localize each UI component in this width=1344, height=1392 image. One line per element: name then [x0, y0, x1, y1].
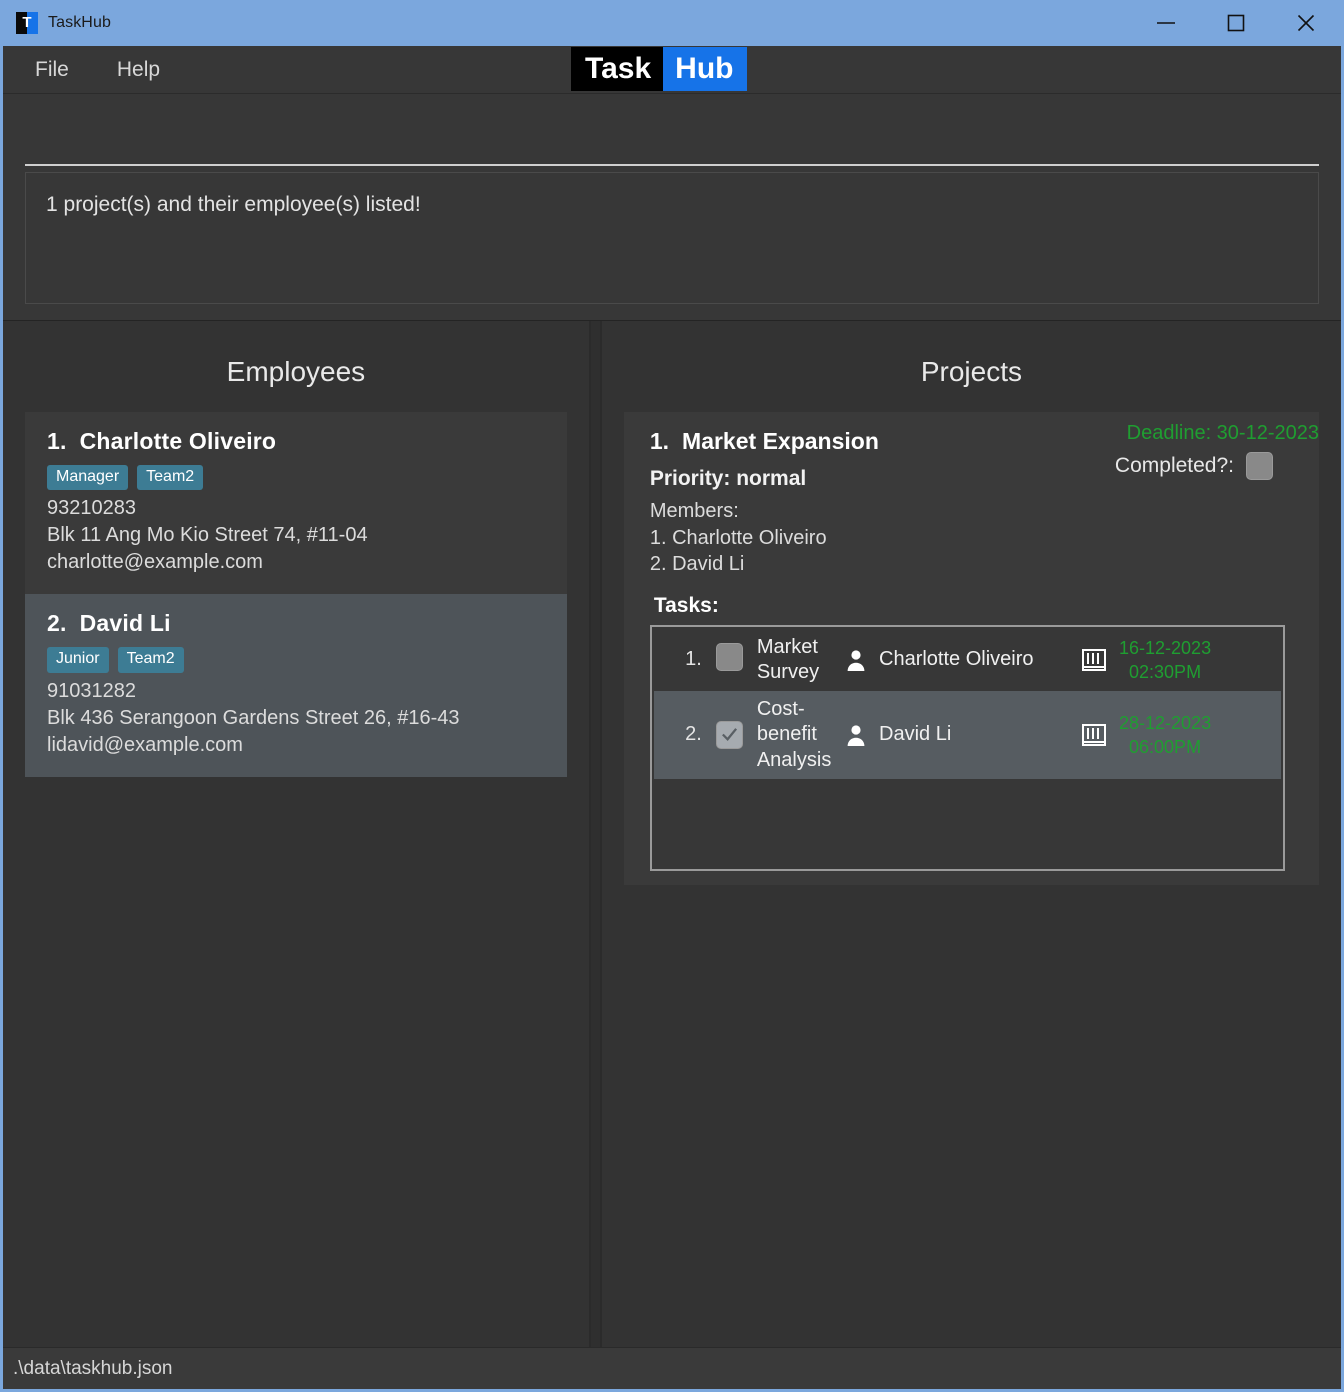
employees-panel: Employees 1. Charlotte Oliveiro Manager T…	[3, 321, 591, 1347]
employee-name: Charlotte Oliveiro	[79, 428, 277, 454]
calendar-icon	[1082, 648, 1106, 671]
employee-tags: Junior Team2	[47, 647, 545, 673]
employee-name-row: 2. David Li	[47, 610, 545, 637]
window-controls	[1131, 0, 1341, 46]
project-member: 1. Charlotte Oliveiro	[649, 526, 827, 549]
employee-index: 2.	[47, 610, 67, 637]
taskhub-app-icon: T	[16, 12, 38, 34]
project-deadline: Deadline: 30-12-2023	[1126, 422, 1319, 444]
maximize-icon	[1227, 14, 1245, 32]
logo-task-text: Task	[571, 46, 664, 91]
project-completed-label: Completed?:	[1114, 454, 1234, 477]
employee-tag: Manager	[47, 465, 129, 491]
task-date: 16-12-2023 02:30PM	[1081, 636, 1271, 685]
employee-address: Blk 436 Serangoon Gardens Street 26, #16…	[47, 706, 460, 729]
minimize-button[interactable]	[1131, 0, 1201, 46]
minimize-icon	[1157, 22, 1175, 24]
project-card[interactable]: Deadline: 30-12-2023 Completed?: 1. Marke…	[623, 412, 1319, 885]
task-time-text: 02:30PM	[1129, 661, 1202, 682]
task-title: Cost-benefit Analysis	[756, 698, 832, 771]
window-title: TaskHub	[48, 14, 111, 31]
employee-index: 1.	[47, 428, 67, 454]
task-date-text: 16-12-2023	[1119, 637, 1212, 658]
employees-list: 1. Charlotte Oliveiro Manager Team2 93210…	[3, 412, 589, 1347]
tasks-container: 1. Market Survey Charlotte Oliveiro 16-1…	[649, 624, 1285, 871]
project-details: 1. Market Expansion Priority: normal Memb…	[624, 428, 1319, 871]
task-checkbox[interactable]	[715, 720, 743, 750]
calendar-icon	[1082, 723, 1106, 746]
employees-panel-title: Employees	[226, 356, 366, 387]
status-file-path: .\data\taskhub.json	[13, 1357, 173, 1379]
task-time-text: 06:00PM	[1129, 736, 1202, 757]
employee-tag: Junior	[47, 647, 109, 673]
app-window: T TaskHub File Help Task Hub 1 project(s…	[0, 0, 1344, 1392]
employee-email: lidavid@example.com	[47, 733, 243, 756]
employee-tag: Team2	[117, 647, 184, 673]
person-icon	[847, 725, 865, 746]
menu-item-file[interactable]: File	[17, 46, 87, 94]
projects-list: Deadline: 30-12-2023 Completed?: 1. Marke…	[602, 412, 1341, 1347]
assignee-name: Charlotte Oliveiro	[879, 648, 1034, 671]
logo-hub-text: Hub	[663, 46, 748, 91]
project-name: Market Expansion	[682, 428, 879, 454]
projects-panel-title: Projects	[920, 356, 1022, 387]
task-title: Market Survey	[756, 635, 820, 683]
task-date: 28-12-2023 06:00PM	[1081, 711, 1271, 760]
employee-email: charlotte@example.com	[47, 551, 263, 574]
employee-tag: Team2	[137, 465, 204, 491]
menu-bar: File Help Task Hub	[3, 46, 1341, 94]
employee-tags: Manager Team2	[47, 465, 545, 491]
task-datetime: 16-12-2023 02:30PM	[1119, 636, 1211, 685]
task-assignee: Charlotte Oliveiro	[845, 647, 1081, 672]
tasks-label: Tasks:	[653, 593, 719, 617]
menu-item-help[interactable]: Help	[99, 46, 178, 94]
command-input-area	[3, 94, 1341, 166]
employee-card[interactable]: 1. Charlotte Oliveiro Manager Team2 93210…	[25, 412, 567, 595]
person-icon	[847, 650, 865, 671]
message-area: 1 project(s) and their employee(s) liste…	[3, 166, 1341, 320]
task-index: 2.	[685, 723, 702, 746]
employee-address: Blk 11 Ang Mo Kio Street 74, #11-04	[47, 524, 368, 547]
project-completed-checkbox[interactable]	[1246, 452, 1273, 480]
projects-panel: Projects Deadline: 30-12-2023 Completed?…	[599, 321, 1341, 1347]
assignee-name: David Li	[879, 723, 952, 746]
checkmark-icon	[721, 728, 737, 742]
main-content: Employees 1. Charlotte Oliveiro Manager T…	[3, 320, 1341, 1347]
task-datetime: 28-12-2023 06:00PM	[1119, 711, 1211, 760]
status-bar: .\data\taskhub.json	[3, 1347, 1341, 1389]
message-text: 1 project(s) and their employee(s) liste…	[46, 193, 421, 216]
project-index: 1.	[649, 428, 670, 454]
task-date-text: 28-12-2023	[1119, 712, 1212, 733]
taskhub-logo: Task Hub	[571, 46, 748, 91]
message-box: 1 project(s) and their employee(s) liste…	[25, 172, 1319, 304]
project-completed-row: Completed?:	[989, 452, 1319, 480]
project-member: 2. David Li	[649, 553, 745, 576]
task-row[interactable]: 2. Cost-benefit Analysis David Li 28-12-…	[653, 691, 1281, 779]
close-icon	[1297, 14, 1315, 32]
maximize-button[interactable]	[1201, 0, 1271, 46]
employee-phone: 91031282	[47, 679, 136, 702]
task-checkbox[interactable]	[715, 643, 743, 676]
employee-card[interactable]: 2. David Li Junior Team2 91031282 Blk 436…	[25, 594, 567, 777]
project-meta: Deadline: 30-12-2023 Completed?:	[989, 422, 1319, 480]
employee-name: David Li	[79, 610, 171, 637]
task-index: 1.	[685, 648, 702, 671]
employee-name-row: 1. Charlotte Oliveiro	[47, 428, 545, 455]
command-input[interactable]	[25, 102, 1319, 166]
title-bar: T TaskHub	[3, 0, 1341, 46]
employee-phone: 93210283	[47, 497, 136, 520]
task-row[interactable]: 1. Market Survey Charlotte Oliveiro 16-1…	[654, 629, 1281, 691]
close-button[interactable]	[1271, 0, 1341, 46]
project-members-label: Members:	[649, 500, 739, 522]
task-assignee: David Li	[845, 722, 1081, 747]
